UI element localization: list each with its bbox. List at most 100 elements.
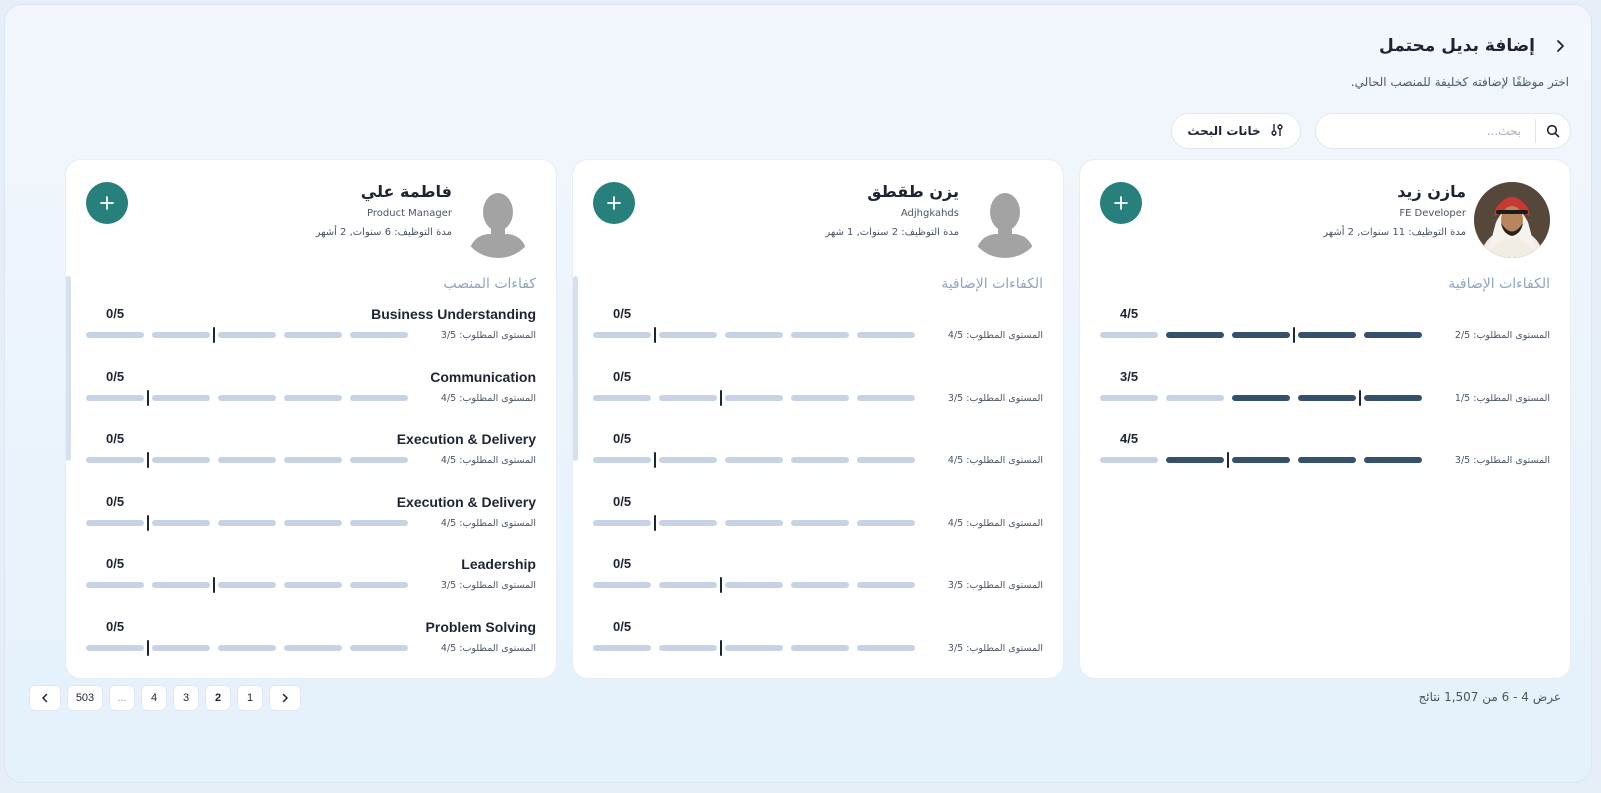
page-button-4[interactable]: 4 <box>141 685 167 711</box>
chevron-right-icon[interactable] <box>1549 35 1571 57</box>
level-segment <box>218 519 276 526</box>
page-button-1[interactable]: 1 <box>237 685 263 711</box>
page-header: إضافة بديل محتمل <box>1379 35 1571 57</box>
competency-score: 0/5 <box>106 618 125 634</box>
level-segment <box>152 457 210 463</box>
level-segment <box>350 332 408 338</box>
level-bar <box>593 389 929 406</box>
required-level-marker <box>654 327 656 343</box>
level-segment <box>725 582 783 588</box>
required-level-marker <box>147 389 149 406</box>
level-segment <box>593 582 651 588</box>
level-bar <box>1100 327 1436 343</box>
level-segment <box>152 332 210 338</box>
level-segment <box>725 457 783 463</box>
level-segment <box>791 582 849 588</box>
competency-row: 0/5 المستوى المطلوب: 3/5 <box>593 556 1043 606</box>
level-segment <box>1166 394 1224 401</box>
level-segment <box>152 644 210 651</box>
competency-name: Execution & Delivery <box>396 493 536 510</box>
page-button-503[interactable]: 503 <box>67 685 103 711</box>
level-segment <box>725 644 783 651</box>
sliders-icon <box>1269 122 1285 141</box>
competency-row: Communication 0/5 المستوى المطلوب: 4/5 <box>86 369 536 419</box>
competency-name: Communication <box>430 368 536 385</box>
level-segment <box>791 519 849 526</box>
competency-row: 4/5 المستوى المطلوب: 3/5 <box>1100 431 1550 481</box>
required-level: المستوى المطلوب: 3/5 <box>1454 455 1550 466</box>
level-segment <box>350 519 408 526</box>
competency-score: 0/5 <box>106 431 125 446</box>
level-segment <box>218 457 276 463</box>
add-successor-button[interactable] <box>1100 182 1142 224</box>
employee-name: فاطمة علي <box>360 182 452 201</box>
required-level-marker <box>654 452 656 468</box>
competency-name: Leadership <box>461 556 536 572</box>
level-segment <box>1100 332 1158 338</box>
results-count: عرض 4 - 6 من 1,507 نتائج <box>1418 690 1561 704</box>
search-input[interactable] <box>1316 114 1535 148</box>
next-page-button[interactable] <box>269 685 301 711</box>
employee-role: Adjhgkahds <box>900 208 959 219</box>
employee-name: يزن طقطق <box>867 182 959 201</box>
competency-name: Business Understanding <box>371 306 536 322</box>
level-segment <box>284 394 342 401</box>
plus-icon <box>1114 196 1128 210</box>
level-segment <box>218 644 276 651</box>
required-level: المستوى المطلوب: 3/5 <box>440 580 536 591</box>
competency-row: Execution & Delivery 0/5 المستوى المطلوب: … <box>86 431 536 481</box>
employee-role: FE Developer <box>1399 208 1466 219</box>
scrollbar[interactable] <box>573 276 578 461</box>
competency-name: Problem Solving <box>425 618 536 635</box>
level-segment <box>350 582 408 588</box>
required-level: المستوى المطلوب: 4/5 <box>440 455 536 466</box>
level-segment <box>350 644 408 651</box>
level-segment <box>1166 457 1224 463</box>
level-segment <box>152 519 210 526</box>
level-segment <box>1364 394 1422 401</box>
level-segment <box>284 457 342 463</box>
search-fields-button[interactable]: خانات البحث <box>1171 113 1301 149</box>
level-segment <box>218 582 276 588</box>
required-level: المستوى المطلوب: 4/5 <box>947 330 1043 341</box>
avatar <box>1474 182 1550 258</box>
plus-icon <box>607 196 621 210</box>
search-icon[interactable] <box>1536 124 1570 138</box>
competency-row: 4/5 المستوى المطلوب: 2/5 <box>1100 306 1550 356</box>
level-segment <box>791 332 849 338</box>
employee-card: يزن طقطق Adjhgkahds مدة التوظيف: 2 سنوات… <box>572 159 1064 679</box>
level-segment <box>659 332 717 338</box>
plus-icon <box>100 196 114 210</box>
page-button-3[interactable]: 3 <box>173 685 199 711</box>
add-successor-button[interactable] <box>86 182 128 224</box>
competency-score: 0/5 <box>613 306 632 321</box>
page-button-2[interactable]: 2 <box>205 685 231 711</box>
level-segment <box>725 332 783 338</box>
competency-score: 0/5 <box>613 618 632 634</box>
prev-page-button[interactable] <box>29 685 61 711</box>
scrollbar[interactable] <box>66 276 71 461</box>
level-segment <box>1298 332 1356 338</box>
required-level-marker <box>213 327 215 343</box>
level-segment <box>1298 457 1356 463</box>
competency-name: Execution & Delivery <box>396 431 536 447</box>
level-segment <box>857 582 915 588</box>
level-segment <box>1364 332 1422 338</box>
level-segment <box>152 394 210 401</box>
succession-panel: إضافة بديل محتمل اختر موظفًا لإضافته كخل… <box>4 4 1592 783</box>
level-segment <box>1232 394 1290 401</box>
chevron-right-icon <box>282 693 289 703</box>
add-successor-button[interactable] <box>593 182 635 224</box>
level-segment <box>857 644 915 651</box>
level-segment <box>725 394 783 401</box>
level-bar <box>593 452 929 468</box>
level-bar <box>86 327 422 343</box>
level-segment <box>659 519 717 526</box>
level-segment <box>857 394 915 401</box>
search-fields-label: خانات البحث <box>1187 124 1261 138</box>
competency-row: Business Understanding 0/5 المستوى المطلوب… <box>86 306 536 356</box>
required-level-marker <box>720 639 722 656</box>
level-segment <box>593 519 651 526</box>
level-segment <box>86 332 144 338</box>
level-bar <box>593 514 929 531</box>
